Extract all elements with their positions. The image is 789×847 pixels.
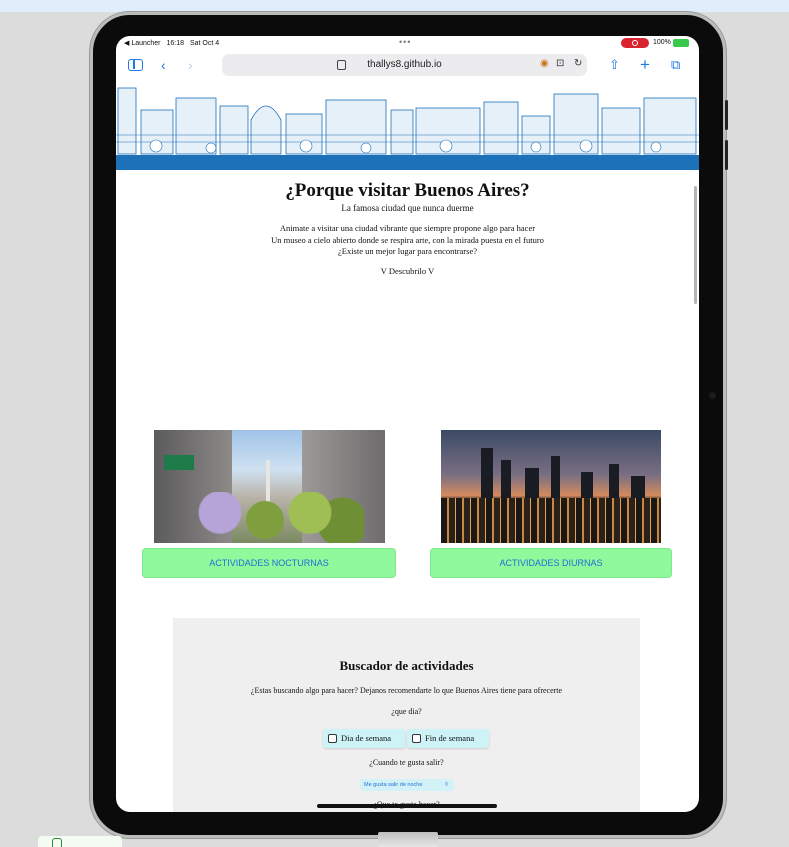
camera-icon: [709, 392, 716, 399]
day-activities-button[interactable]: ACTIVIDADES DIURNAS: [430, 548, 672, 578]
extension-icon[interactable]: ◉: [540, 58, 549, 69]
chevron-updown-icon: ◊: [445, 782, 448, 788]
share-icon[interactable]: ⇧: [609, 55, 620, 75]
status-date: Sat Oct 4: [189, 40, 220, 47]
new-tab-icon[interactable]: +: [640, 55, 650, 75]
address-bar[interactable]: thallys8.github.io ◉ ⊡ ↻: [222, 54, 587, 76]
activity-search-panel: Buscador de actividades ¿Estas buscando …: [173, 618, 640, 812]
intro-line: Animate a visitar una ciudad vibrante qu…: [279, 223, 536, 233]
battery-percent: 100%: [653, 39, 671, 46]
checkbox-icon[interactable]: [412, 734, 421, 743]
page-subtitle: La famosa ciudad que nunca duerme: [341, 203, 474, 213]
forward-icon[interactable]: ›: [188, 55, 193, 75]
volume-button-2: [725, 140, 728, 170]
browser-toolbar: ‹ › thallys8.github.io ◉ ⊡ ↻ ⇧ + ⧉: [116, 52, 699, 80]
reader-icon[interactable]: ⊡: [556, 58, 564, 69]
weekday-checkbox[interactable]: Dia de semana: [323, 729, 405, 748]
search-title: Buscador de actividades: [339, 658, 474, 673]
corner-badge: [38, 836, 122, 847]
checkbox-icon[interactable]: [328, 734, 337, 743]
header-banner: [116, 80, 699, 170]
back-to-app-link[interactable]: ◀ Launcher: [124, 40, 161, 47]
multitask-dots-icon[interactable]: •••: [399, 37, 411, 47]
page-content: ¿Porque visitar Buenos Aires? La famosa …: [116, 170, 699, 812]
weekend-label: Fin de semana: [425, 733, 475, 743]
reload-icon[interactable]: ↻: [574, 58, 582, 69]
weekday-label: Dia de semana: [341, 733, 392, 743]
sidebar-icon[interactable]: [128, 59, 143, 71]
ipad-stand: [378, 832, 438, 847]
when-select-value: Me gusta salir de noche: [364, 782, 423, 788]
status-time: 16:18: [166, 40, 185, 47]
home-indicator[interactable]: [317, 804, 497, 808]
url-text: thallys8.github.io: [367, 59, 442, 70]
screen-record-icon: [621, 38, 649, 48]
intro-paragraph: Animate a visitar una ciudad vibrante qu…: [116, 223, 699, 258]
back-icon[interactable]: ‹: [161, 55, 166, 75]
question-when: ¿Cuando te gusta salir?: [369, 758, 444, 767]
search-description: ¿Estas buscando algo para hacer? Dejanos…: [250, 686, 563, 695]
city-street-image: [154, 430, 385, 543]
tabs-overview-icon[interactable]: ⧉: [671, 55, 680, 75]
intro-line: Un museo a cielo abierto donde se respir…: [271, 234, 544, 245]
page-title: ¿Porque visitar Buenos Aires?: [285, 180, 530, 201]
ipad-screen: ◀ Launcher 16:18 Sat Oct 4 ••• 100% ‹ › …: [116, 36, 699, 812]
status-bar: ◀ Launcher 16:18 Sat Oct 4 ••• 100%: [116, 36, 699, 52]
night-skyline-image: [441, 430, 661, 543]
when-select[interactable]: Me gusta salir de noche ◊: [360, 779, 454, 791]
status-left: ◀ Launcher 16:18 Sat Oct 4: [124, 39, 219, 47]
discover-text: V Descubrilo V: [380, 266, 435, 276]
weekend-checkbox[interactable]: Fin de semana: [407, 729, 489, 748]
intro-line: ¿Existe un mejor lugar para encontrarse?: [337, 246, 477, 256]
app-icon: [52, 838, 62, 847]
banner-band: [116, 155, 699, 170]
battery-icon: [673, 39, 689, 47]
night-activities-button[interactable]: ACTIVIDADES NOCTURNAS: [142, 548, 396, 578]
question-day: ¿que dia?: [391, 707, 422, 716]
volume-button: [725, 100, 728, 130]
top-strip: [0, 0, 789, 12]
